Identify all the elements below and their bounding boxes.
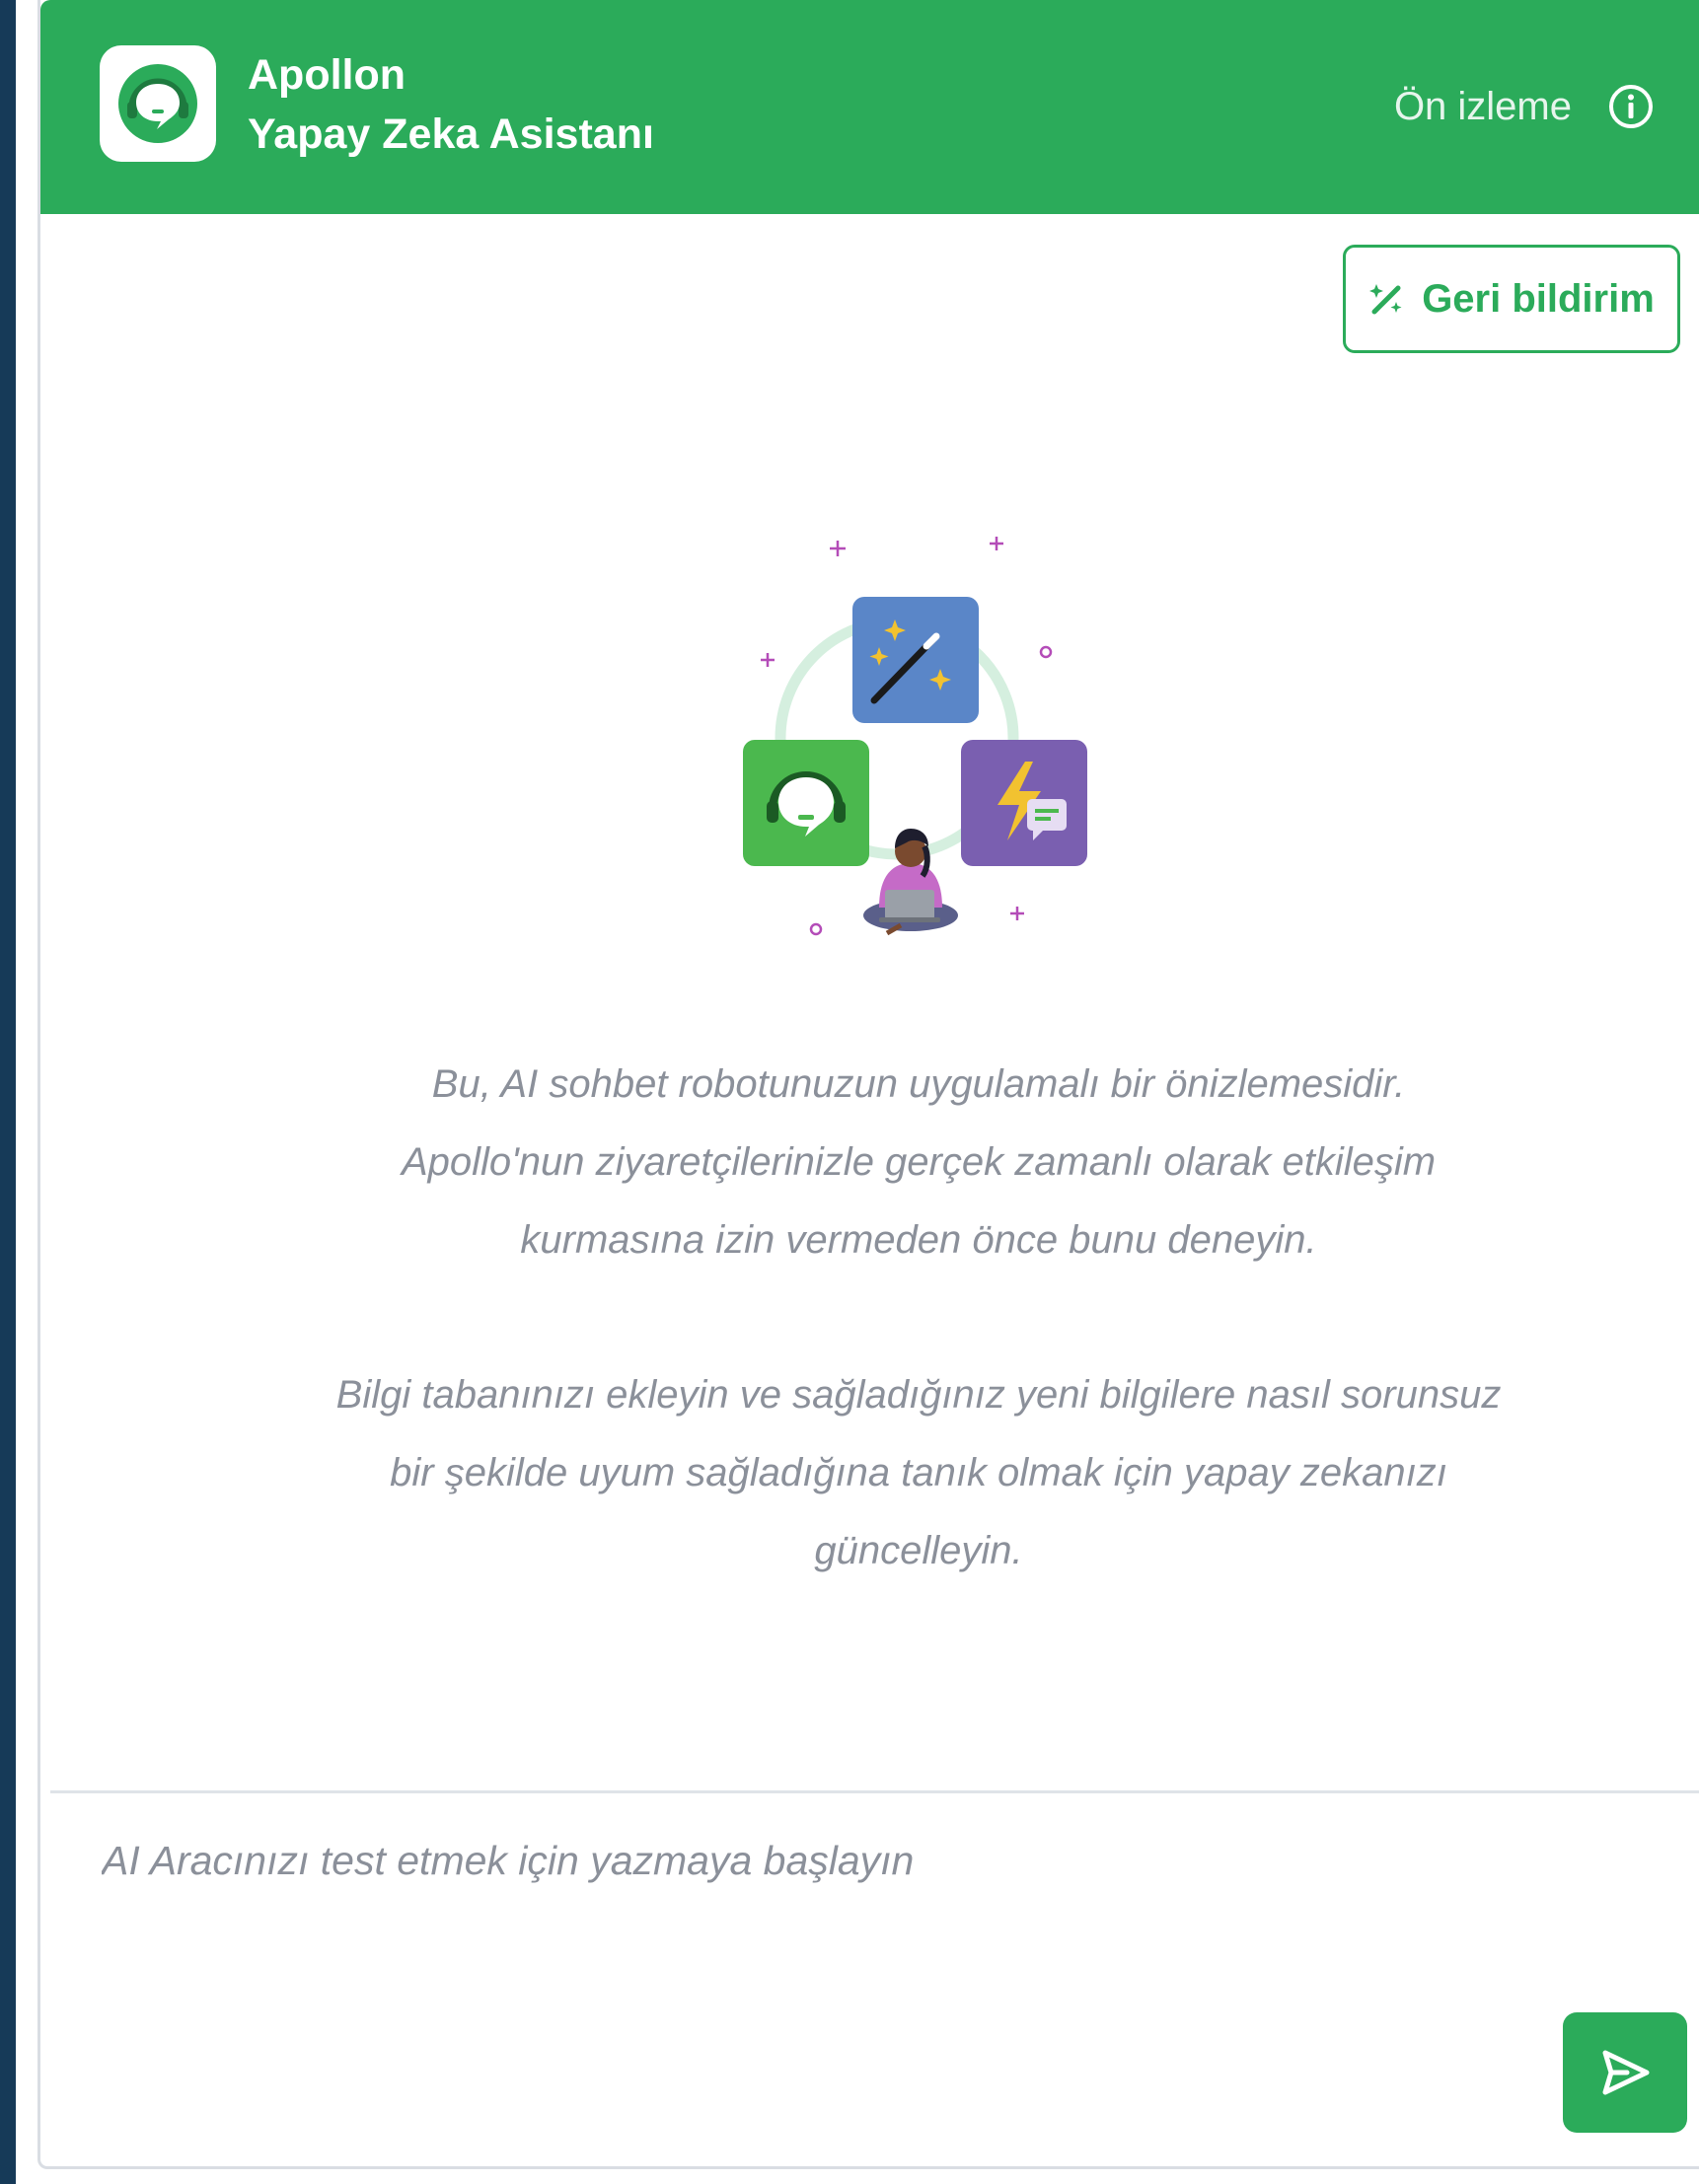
preview-description: Bu, AI sohbet robotunuzun uygulamalı bir…: [198, 1046, 1639, 1590]
feedback-button[interactable]: Geri bildirim: [1343, 245, 1680, 353]
send-icon: [1602, 2050, 1650, 2095]
headset-chat-tile-icon: [743, 740, 869, 866]
chat-message-input[interactable]: [100, 1825, 1584, 1896]
assistant-title-block: Apollon Yapay Zeka Asistanı: [248, 45, 654, 164]
ai-illustration: [743, 537, 1087, 936]
magic-wand-icon: [1369, 284, 1402, 315]
preview-label: Ön izleme: [1393, 84, 1572, 128]
description-line: Bilgi tabanınızı ekleyin ve sağladığınız…: [335, 1373, 1502, 1417]
info-icon[interactable]: [1607, 83, 1655, 130]
feedback-label: Geri bildirim: [1422, 276, 1655, 321]
composer-divider: [50, 1790, 1699, 1793]
description-line: güncelleyin.: [814, 1529, 1023, 1572]
lightning-chat-tile-icon: [961, 740, 1087, 866]
chat-header: Apollon Yapay Zeka Asistanı Ön izleme: [40, 0, 1699, 214]
magic-wand-tile-icon: [852, 597, 979, 723]
send-button[interactable]: [1563, 2012, 1687, 2133]
headset-chat-icon: [100, 45, 216, 162]
description-line: bir şekilde uyum sağladığına tanık olmak…: [390, 1451, 1447, 1494]
preview-indicator: Ön izleme: [1394, 83, 1655, 130]
description-line: Apollo'nun ziyaretçilerinizle gerçek zam…: [401, 1140, 1437, 1184]
assistant-name: Apollon: [248, 51, 406, 99]
assistant-subtitle: Yapay Zeka Asistanı: [248, 110, 654, 158]
description-line: Bu, AI sohbet robotunuzun uygulamalı bir…: [431, 1062, 1406, 1106]
app-sidebar-edge: [0, 0, 16, 2184]
description-line: kurmasına izin vermeden önce bunu deneyi…: [520, 1218, 1317, 1262]
ai-preview-panel: Apollon Yapay Zeka Asistanı Ön izleme Ge…: [37, 0, 1699, 2169]
